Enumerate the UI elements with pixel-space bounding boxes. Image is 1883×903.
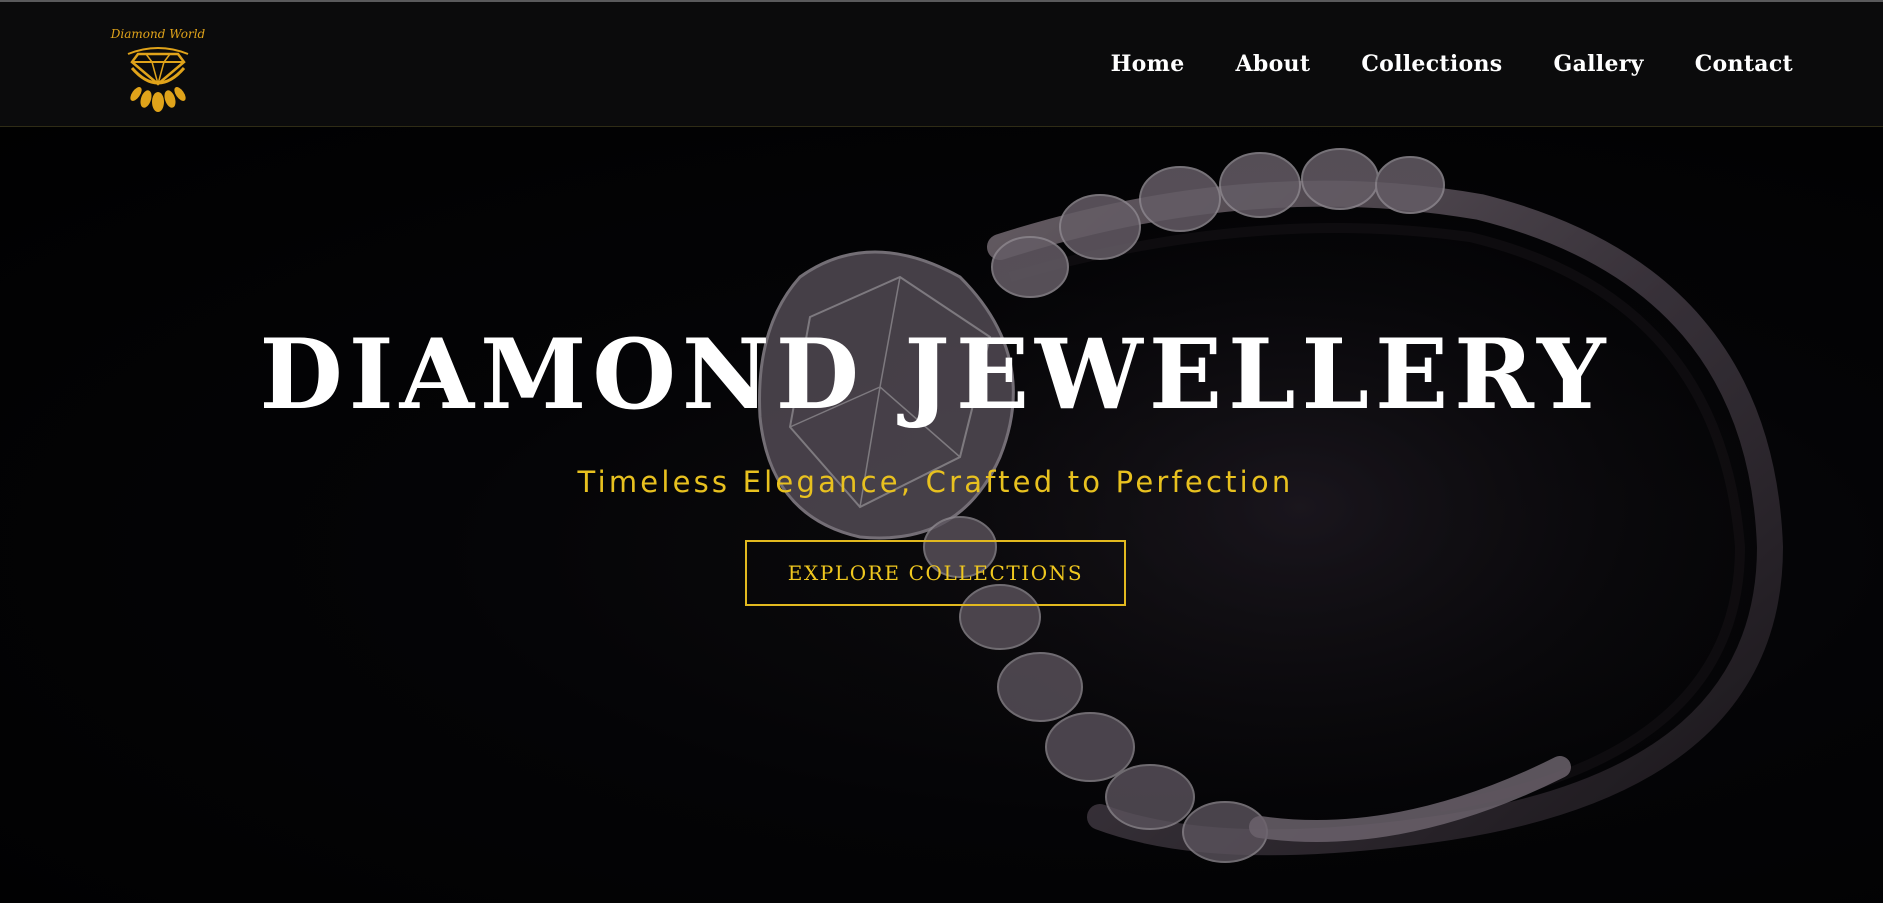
diamond-ring-photo (0, 127, 1883, 903)
nav-about-link[interactable]: About (1236, 51, 1311, 77)
brand-logo[interactable]: Diamond World (108, 24, 208, 114)
nav-gallery-link[interactable]: Gallery (1554, 51, 1644, 77)
hero-section: DIAMOND JEWELLERY Timeless Elegance, Cra… (0, 127, 1883, 903)
svg-text:Diamond World: Diamond World (110, 27, 206, 41)
hero-title: DIAMOND JEWELLERY (259, 318, 1612, 431)
nav-collections-link[interactable]: Collections (1361, 51, 1502, 77)
explore-collections-button[interactable]: EXPLORE COLLECTIONS (745, 540, 1126, 606)
hero-subtitle: Timeless Elegance, Crafted to Perfection (577, 465, 1294, 499)
nav-home-link[interactable]: Home (1111, 51, 1185, 77)
nav-contact-link[interactable]: Contact (1695, 51, 1793, 77)
navbar: Diamond World Home About Collections Gal… (0, 2, 1883, 127)
diamond-lotus-icon: Diamond World (110, 27, 206, 112)
main-nav: Home About Collections Gallery Contact (1111, 2, 1793, 126)
